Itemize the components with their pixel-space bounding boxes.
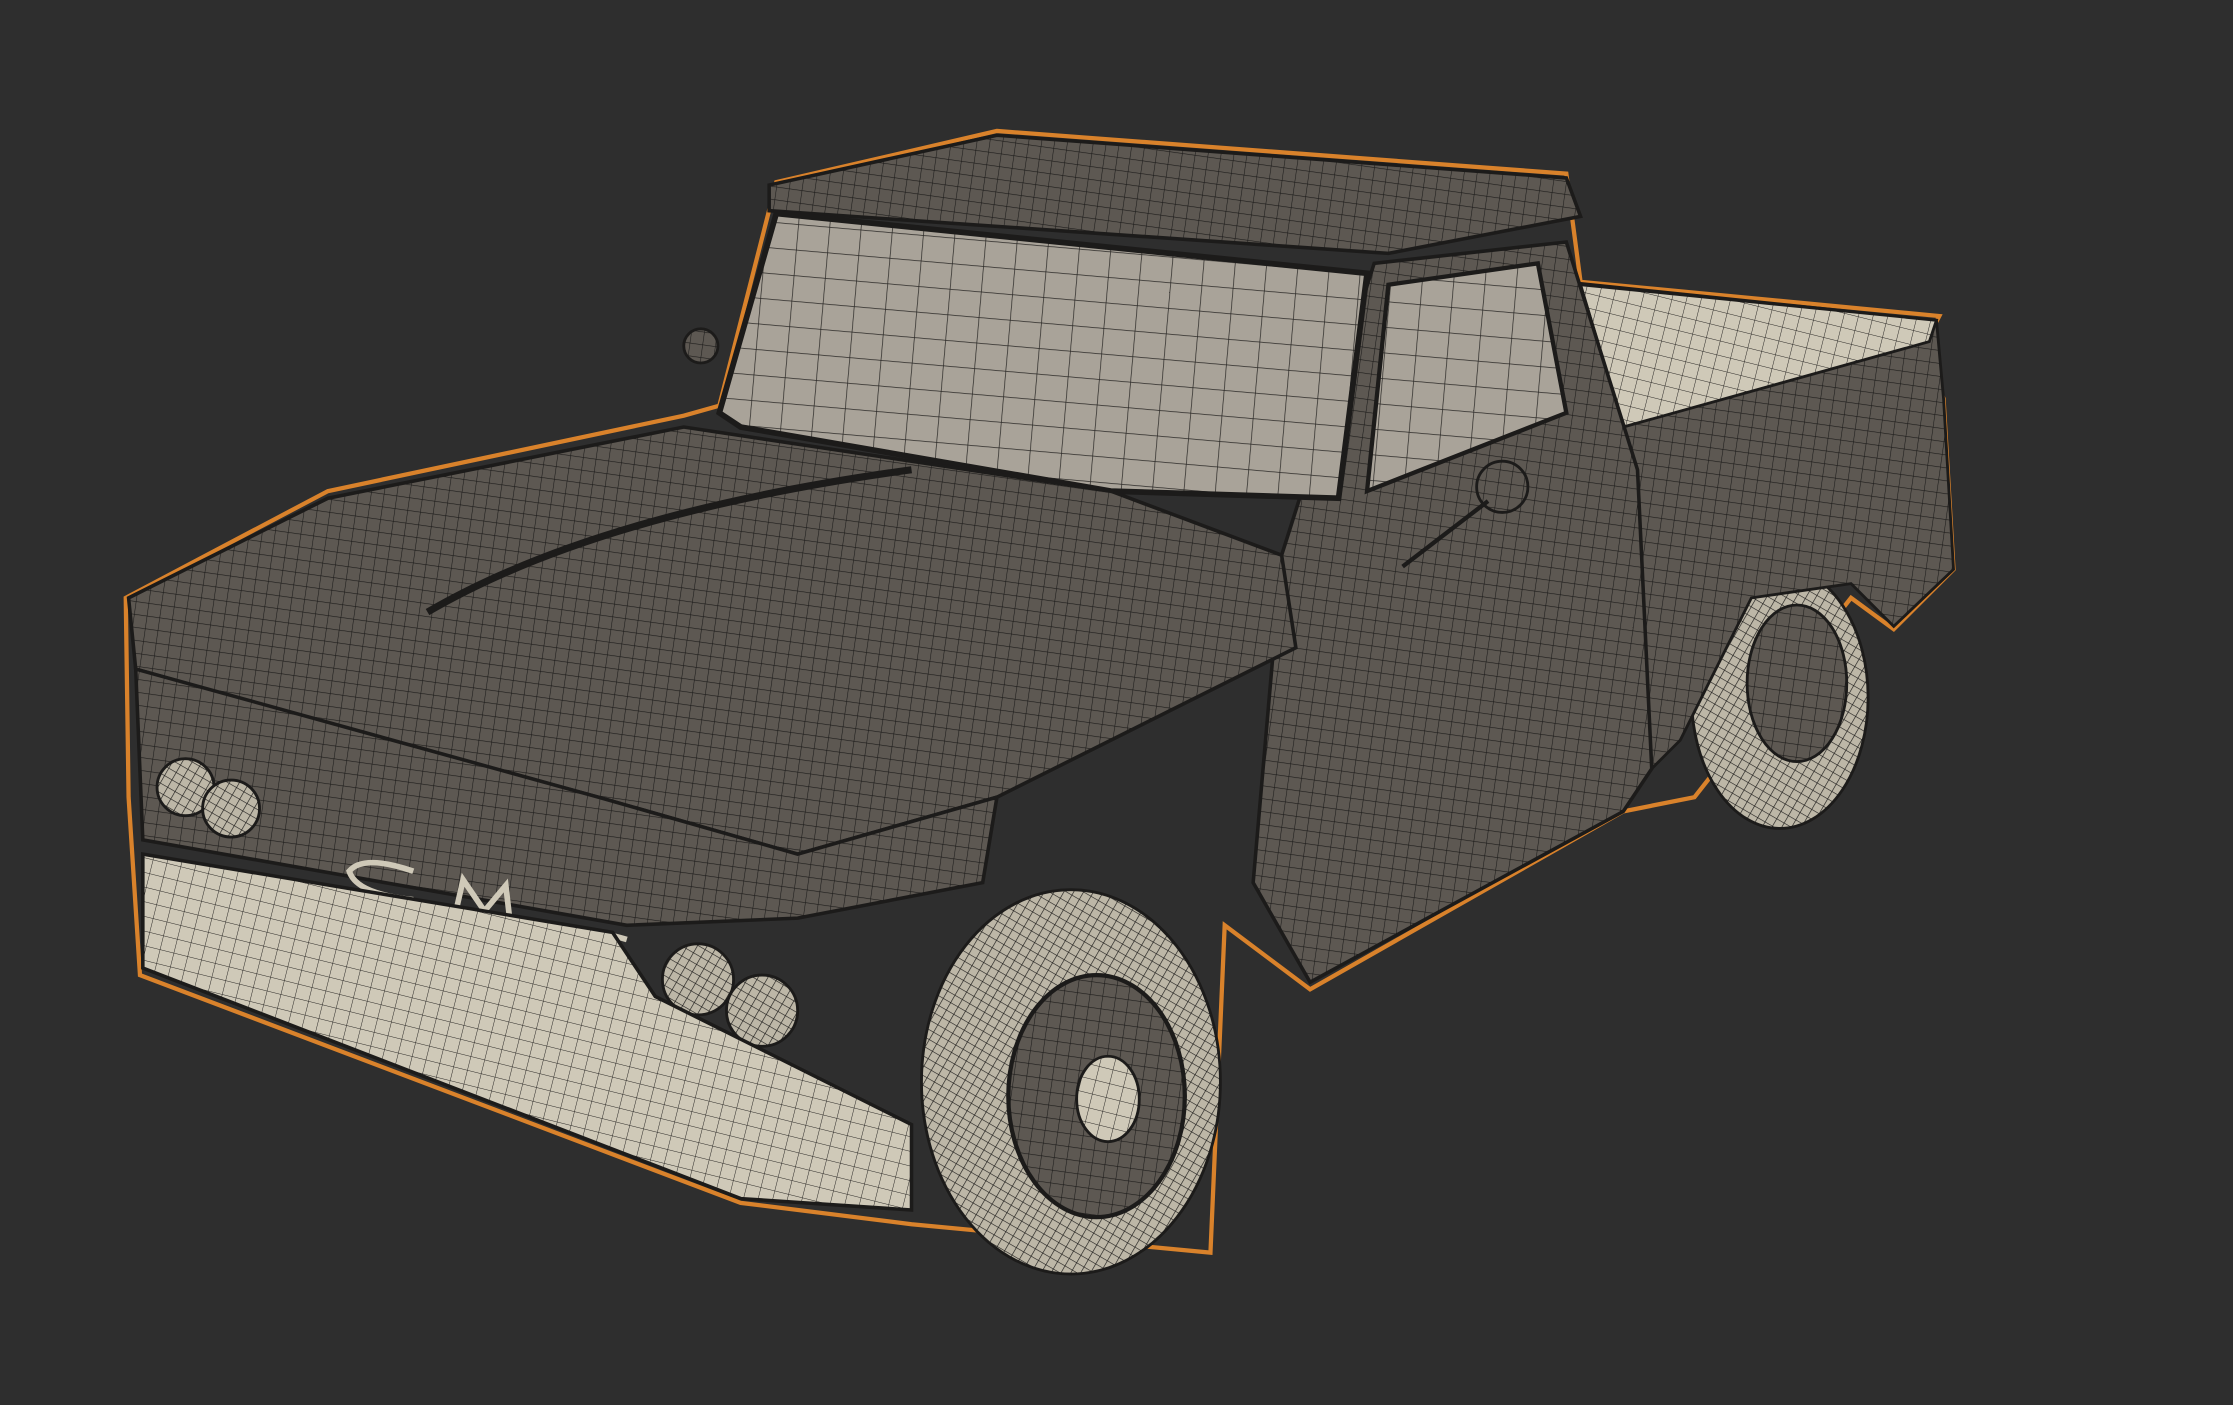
- left-mirror: [682, 327, 720, 365]
- truck-wireframe-render: [123, 128, 1956, 1276]
- 3d-viewport[interactable]: [0, 0, 2233, 1405]
- front-wheel: [920, 888, 1222, 1276]
